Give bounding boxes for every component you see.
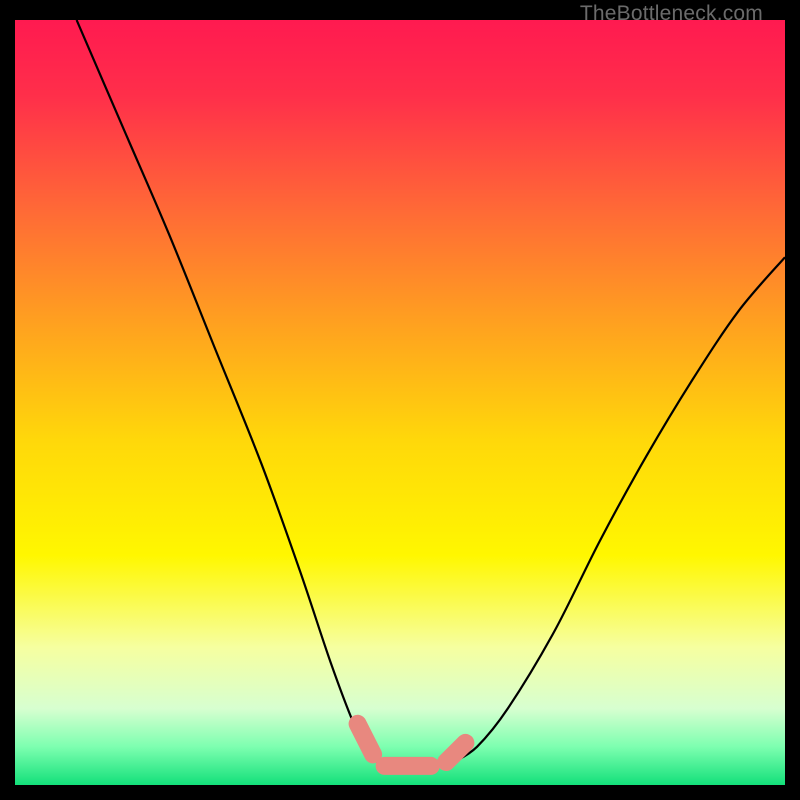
trough-markers (358, 724, 466, 766)
left-branch-line (77, 20, 377, 762)
marker-capsule (358, 724, 374, 755)
curve-layer (15, 20, 785, 785)
plot-area (15, 20, 785, 785)
chart-frame: TheBottleneck.com (15, 0, 785, 785)
right-branch-line (454, 257, 785, 762)
marker-capsule (446, 743, 465, 762)
